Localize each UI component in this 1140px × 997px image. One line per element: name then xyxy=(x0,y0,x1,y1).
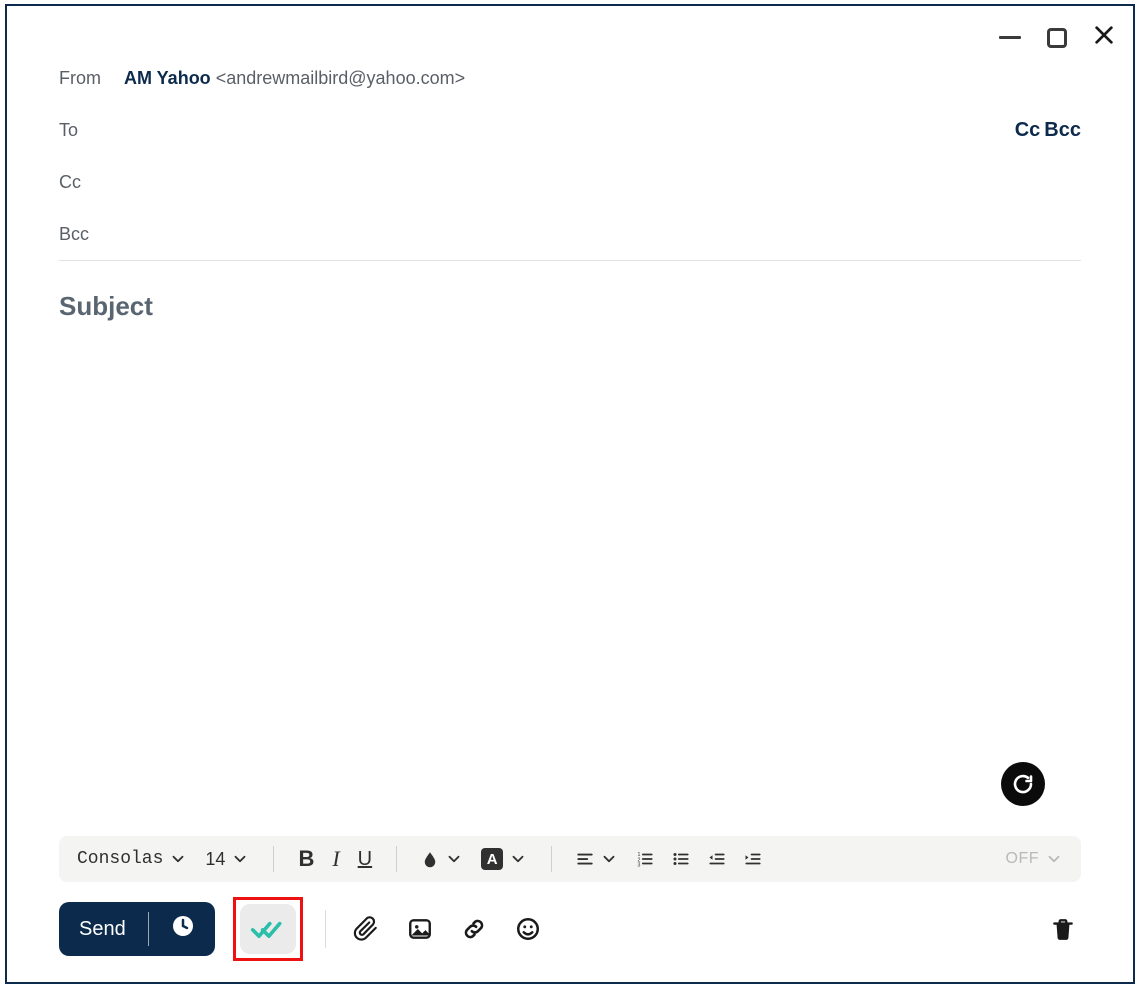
to-label: To xyxy=(59,120,124,141)
outdent-button[interactable] xyxy=(708,850,726,868)
send-button[interactable]: Send xyxy=(59,902,215,956)
from-row: From AM Yahoo <andrewmailbird@yahoo.com> xyxy=(59,52,1081,104)
link-icon xyxy=(461,916,487,942)
font-family-select[interactable]: Consolas xyxy=(77,849,187,869)
from-name: AM Yahoo xyxy=(124,68,211,88)
chevron-down-icon xyxy=(445,850,463,868)
text-color-icon: A xyxy=(481,848,503,870)
minimize-button[interactable] xyxy=(999,36,1021,39)
discard-button[interactable] xyxy=(1045,911,1081,947)
bcc-row: Bcc xyxy=(59,208,1081,260)
paperclip-icon xyxy=(353,916,379,942)
bcc-input[interactable] xyxy=(124,224,1081,245)
chevron-down-icon xyxy=(600,850,618,868)
show-cc-button[interactable]: Cc xyxy=(1015,119,1041,142)
action-bar: Send xyxy=(59,900,1081,958)
to-input[interactable] xyxy=(124,120,1015,141)
font-size-select[interactable]: 14 xyxy=(205,849,249,870)
chevron-down-icon xyxy=(169,850,187,868)
indent-button[interactable] xyxy=(744,850,762,868)
chevron-down-icon xyxy=(509,850,527,868)
maximize-button[interactable] xyxy=(1047,28,1067,48)
message-body[interactable] xyxy=(59,337,1081,836)
schedule-send-button[interactable] xyxy=(171,914,195,944)
header-fields: From AM Yahoo <andrewmailbird@yahoo.com>… xyxy=(59,52,1081,261)
bullet-list-icon xyxy=(672,850,690,868)
align-button[interactable] xyxy=(576,850,618,868)
chevron-down-icon xyxy=(231,850,249,868)
formatting-toggle[interactable]: OFF xyxy=(1006,850,1064,868)
clock-icon xyxy=(171,914,195,938)
compose-window: From AM Yahoo <andrewmailbird@yahoo.com>… xyxy=(5,4,1135,984)
window-controls xyxy=(999,24,1115,51)
align-left-icon xyxy=(576,850,594,868)
subject-input[interactable] xyxy=(59,291,1081,322)
ordered-list-button[interactable]: 1 2 3 xyxy=(636,850,654,868)
close-button[interactable] xyxy=(1093,24,1115,51)
underline-button[interactable]: U xyxy=(358,848,372,871)
svg-text:3: 3 xyxy=(638,863,641,869)
attach-file-button[interactable] xyxy=(348,911,384,947)
from-label: From xyxy=(59,68,124,89)
outdent-icon xyxy=(708,850,726,868)
italic-button[interactable]: I xyxy=(332,846,339,872)
smiley-icon xyxy=(515,916,541,942)
indent-icon xyxy=(744,850,762,868)
to-row: To Cc Bcc xyxy=(59,104,1081,156)
text-color-button[interactable] xyxy=(421,850,463,868)
insert-emoji-button[interactable] xyxy=(510,911,546,947)
grammarly-button[interactable] xyxy=(1001,762,1045,806)
highlighted-annotation xyxy=(233,897,303,961)
cc-bcc-toggle: Cc Bcc xyxy=(1015,119,1081,142)
formatting-toolbar: Consolas 14 B I U A 1 2 3 xyxy=(59,836,1081,882)
image-icon xyxy=(407,916,433,942)
insert-link-button[interactable] xyxy=(456,911,492,947)
double-check-icon xyxy=(250,917,286,941)
bold-button[interactable]: B xyxy=(298,846,314,872)
cc-row: Cc xyxy=(59,156,1081,208)
bcc-label: Bcc xyxy=(59,224,124,245)
insert-image-button[interactable] xyxy=(402,911,438,947)
trash-icon xyxy=(1050,916,1076,942)
from-value[interactable]: AM Yahoo <andrewmailbird@yahoo.com> xyxy=(124,68,1081,89)
droplet-icon xyxy=(421,850,439,868)
from-email: <andrewmailbird@yahoo.com> xyxy=(216,68,465,88)
cc-label: Cc xyxy=(59,172,124,193)
ordered-list-icon: 1 2 3 xyxy=(636,850,654,868)
read-receipt-button[interactable] xyxy=(240,904,296,954)
subject-row xyxy=(59,291,1081,337)
unordered-list-button[interactable] xyxy=(672,850,690,868)
highlight-color-button[interactable]: A xyxy=(481,848,527,870)
cc-input[interactable] xyxy=(124,172,1081,193)
show-bcc-button[interactable]: Bcc xyxy=(1044,119,1081,142)
chevron-down-icon xyxy=(1045,850,1063,868)
